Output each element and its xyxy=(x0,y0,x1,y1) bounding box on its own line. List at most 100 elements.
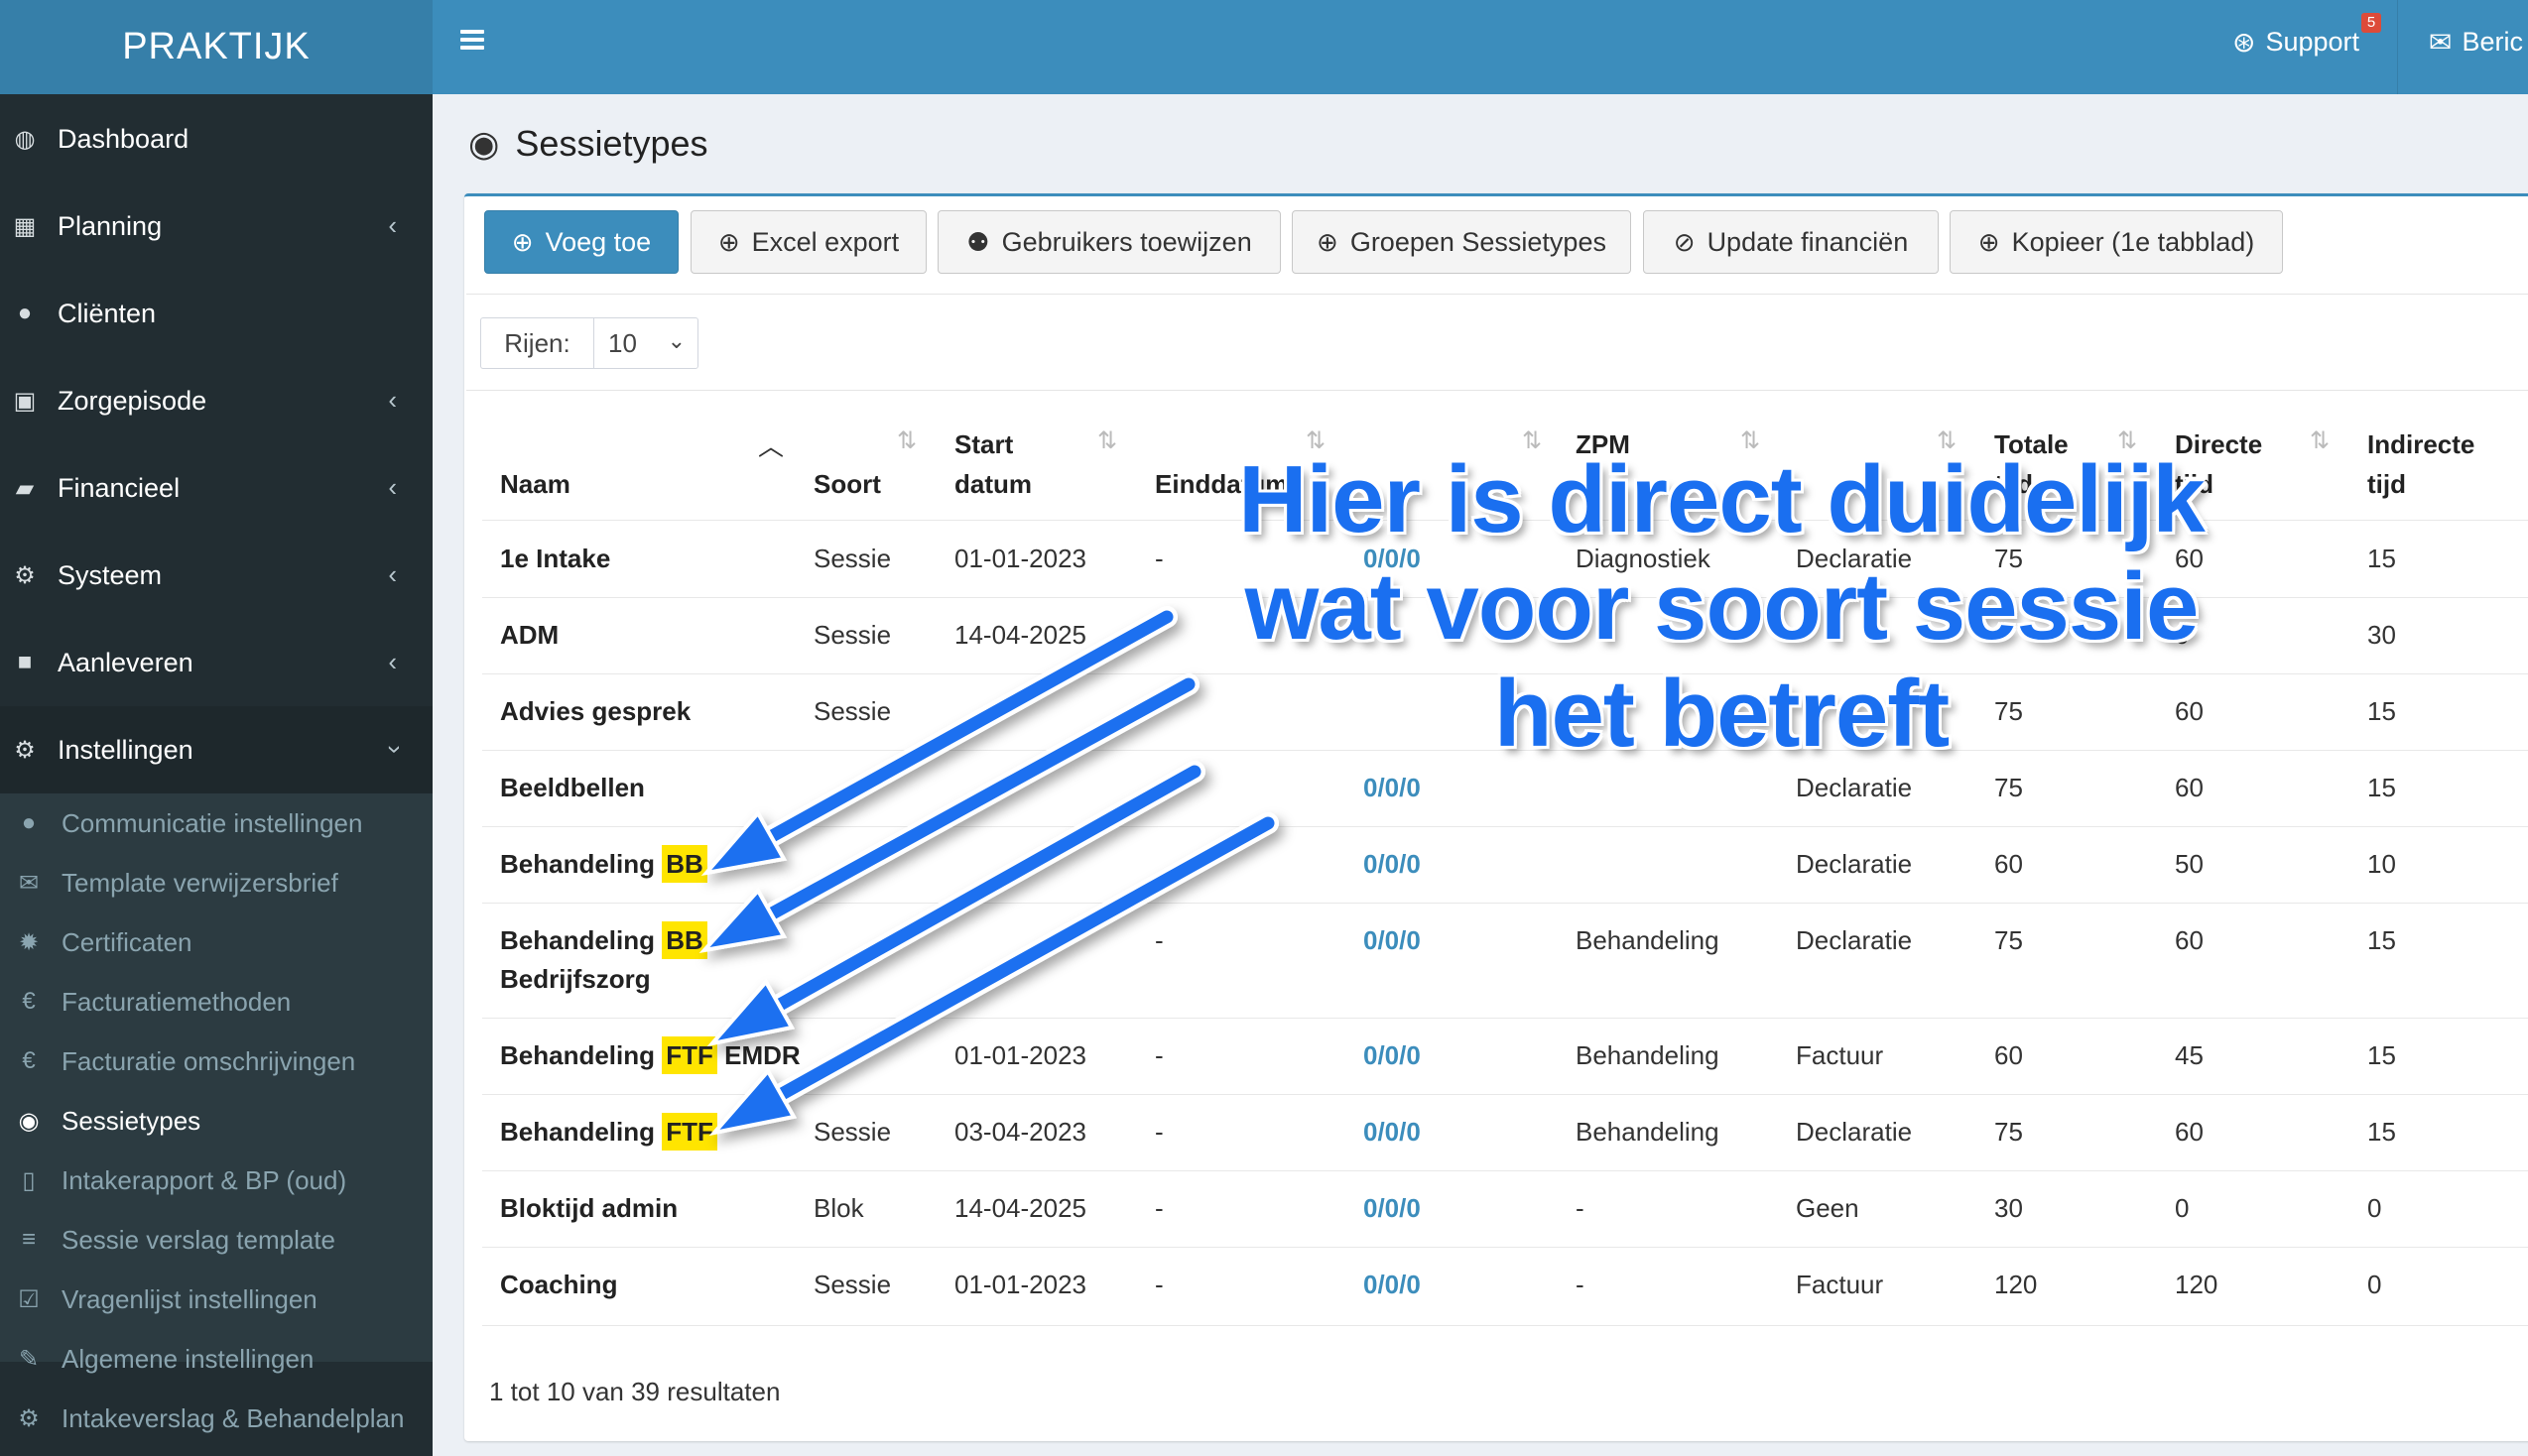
cell-directe: 60 xyxy=(2175,925,2204,955)
cell-soort: Blok xyxy=(814,1193,864,1223)
sort-icon[interactable]: ⇅ xyxy=(1097,426,1117,455)
messages-link[interactable]: ✉ Beric xyxy=(2429,26,2523,59)
update-finance-label: Update financiën xyxy=(1706,226,1909,257)
cell-code-link[interactable]: 0/0/0 xyxy=(1363,925,1421,956)
chevron-down-icon: ‹ xyxy=(377,745,408,754)
cell-indirecte: 15 xyxy=(2367,544,2396,573)
sort-icon[interactable]: ⇅ xyxy=(897,426,917,455)
sidebar-item-dashboard[interactable]: ◍ Dashboard xyxy=(0,95,433,182)
book-icon: ▰ xyxy=(15,474,35,502)
submenu-item-label: Sessietypes xyxy=(62,1105,201,1136)
add-button[interactable]: ⊕ Voeg toe xyxy=(484,210,679,274)
submenu-item-label: Intakeverslag & Behandelplan xyxy=(62,1402,405,1433)
submenu-item-algemene[interactable]: ✎ Algemene instellingen xyxy=(0,1329,433,1389)
cell-code-link[interactable]: 0/0/0 xyxy=(1363,1040,1421,1071)
divider xyxy=(466,390,2528,391)
column-header-naam[interactable]: Naam xyxy=(500,464,570,504)
submenu-item-label: Facturatie omschrijvingen xyxy=(62,1045,356,1076)
sidebar-item-systeem[interactable]: ⚙ Systeem ‹ xyxy=(0,532,433,619)
cell-naam[interactable]: Behandeling FTF xyxy=(500,1113,717,1151)
cell-eind: - xyxy=(1155,1270,1164,1299)
support-link[interactable]: ⊛ Support xyxy=(2232,26,2359,59)
globe-icon: ◉ xyxy=(468,123,500,164)
column-header-soort[interactable]: Soort xyxy=(814,464,881,504)
sidebar-item-aanleveren[interactable]: ■ Aanleveren ‹ xyxy=(0,619,433,706)
assign-users-button[interactable]: ⚉ Gebruikers toewijzen xyxy=(938,210,1281,274)
cell-naam[interactable]: Behandeling BB xyxy=(500,921,707,959)
globe-icon: ◉ xyxy=(18,1107,40,1135)
sort-asc-icon[interactable]: ︿ xyxy=(758,426,784,463)
cell-indirecte: 15 xyxy=(2367,1117,2396,1147)
divider xyxy=(466,294,2528,295)
check-square-icon: ☑ xyxy=(18,1285,40,1313)
cell-facturatie: Factuur xyxy=(1796,1040,1884,1070)
submenu-item-sessietypes[interactable]: ◉ Sessietypes xyxy=(0,1091,433,1151)
cell-code-link[interactable]: 0/0/0 xyxy=(1363,773,1421,803)
cell-naam[interactable]: 1e Intake xyxy=(500,544,610,574)
sidebar-item-zorgepisode[interactable]: ▣ Zorgepisode ‹ xyxy=(0,357,433,444)
sidebar-item-label: Financieel xyxy=(58,472,181,503)
sidebar-item-financieel[interactable]: ▰ Financieel ‹ xyxy=(0,444,433,532)
submenu-item-template[interactable]: ✉ Template verwijzersbrief xyxy=(0,853,433,912)
file-icon: ▯ xyxy=(22,1166,36,1194)
cell-indirecte: 15 xyxy=(2367,1040,2396,1070)
cell-code-link[interactable]: 0/0/0 xyxy=(1363,849,1421,880)
cell-directe: 45 xyxy=(2175,1040,2204,1070)
sidebar-item-label: Systeem xyxy=(58,559,163,590)
cell-start: 14-04-2025 xyxy=(954,620,1086,650)
cell-naam[interactable]: Bloktijd admin xyxy=(500,1193,678,1224)
cell-naam[interactable]: Advies gesprek xyxy=(500,696,691,727)
cell-naam[interactable]: Beeldbellen xyxy=(500,773,645,803)
cell-start: 03-04-2023 xyxy=(954,1117,1086,1147)
cell-directe: 50 xyxy=(2175,849,2204,879)
groups-button[interactable]: ⊕ Groepen Sessietypes xyxy=(1292,210,1631,274)
sidebar-item-clienten[interactable]: ● Cliënten xyxy=(0,270,433,357)
header-line: Indirecte xyxy=(2367,429,2475,459)
cell-code-link[interactable]: 0/0/0 xyxy=(1363,1270,1421,1300)
gear-icon: ⚙ xyxy=(18,1404,40,1432)
hamburger-menu-icon[interactable] xyxy=(460,30,484,50)
cell-totale: 120 xyxy=(1994,1270,2038,1299)
rows-select[interactable]: 10 ⌄ xyxy=(593,317,698,369)
submenu-item-facturatie-omschrijvingen[interactable]: € Facturatie omschrijvingen xyxy=(0,1031,433,1091)
sidebar-item-label: Planning xyxy=(58,210,163,241)
submenu-item-communicatie[interactable]: ● Communicatie instellingen xyxy=(0,793,433,853)
cell-start: 01-01-2023 xyxy=(954,1270,1086,1299)
cell-directe: 60 xyxy=(2175,1117,2204,1147)
app-logo[interactable]: PRAKTIJK xyxy=(0,0,433,94)
submenu-item-vragenlijst[interactable]: ☑ Vragenlijst instellingen xyxy=(0,1270,433,1329)
cell-indirecte: 0 xyxy=(2367,1193,2382,1223)
copy-button[interactable]: ⊕ Kopieer (1e tabblad) xyxy=(1950,210,2283,274)
submenu-item-intakeverslag[interactable]: ⚙ Intakeverslag & Behandelplan xyxy=(0,1389,433,1448)
cell-code-link[interactable]: 0/0/0 xyxy=(1363,1193,1421,1224)
chevron-left-icon: ‹ xyxy=(388,210,397,240)
envelope-icon: ✉ xyxy=(2429,27,2453,58)
column-header-indirecte-tijd[interactable]: Indirecte tijd xyxy=(2367,425,2474,504)
sort-icon[interactable]: ⇅ xyxy=(2310,426,2330,455)
cell-naam-line2[interactable]: Bedrijfszorg xyxy=(500,964,651,995)
cell-totale: 75 xyxy=(1994,773,2023,802)
submenu-item-facturatiemethoden[interactable]: € Facturatiemethoden xyxy=(0,972,433,1031)
add-button-label: Voeg toe xyxy=(545,226,652,257)
excel-export-button[interactable]: ⊕ Excel export xyxy=(691,210,927,274)
cell-soort: Sessie xyxy=(814,1270,892,1299)
cell-naam[interactable]: Behandeling BB xyxy=(500,845,707,883)
cell-facturatie: Declaratie xyxy=(1796,925,1913,955)
cell-soort: Sessie xyxy=(814,544,892,573)
submenu-item-sessie-verslag[interactable]: ≡ Sessie verslag template xyxy=(0,1210,433,1270)
cell-naam[interactable]: Behandeling FTF EMDR xyxy=(500,1036,801,1074)
cell-code-link[interactable]: 0/0/0 xyxy=(1363,1117,1421,1148)
lifebuoy-icon: ⊛ xyxy=(2232,27,2256,58)
cell-zpm: - xyxy=(1576,1270,1584,1299)
submenu-item-intakerapport[interactable]: ▯ Intakerapport & BP (oud) xyxy=(0,1151,433,1210)
submenu-item-certificaten[interactable]: ✹ Certificaten xyxy=(0,912,433,972)
cell-naam[interactable]: ADM xyxy=(500,620,559,651)
update-finance-button[interactable]: ⊘ Update financiën xyxy=(1643,210,1939,274)
sidebar-item-planning[interactable]: ▦ Planning ‹ xyxy=(0,182,433,270)
sidebar-item-instellingen[interactable]: ⚙ Instellingen ‹ xyxy=(0,706,433,793)
cell-naam[interactable]: Coaching xyxy=(500,1270,617,1300)
column-header-start[interactable]: Start datum xyxy=(954,425,1032,504)
user-icon: ● xyxy=(17,300,33,326)
chevron-left-icon: ‹ xyxy=(388,647,397,676)
name-part: Behandeling xyxy=(500,1117,663,1147)
